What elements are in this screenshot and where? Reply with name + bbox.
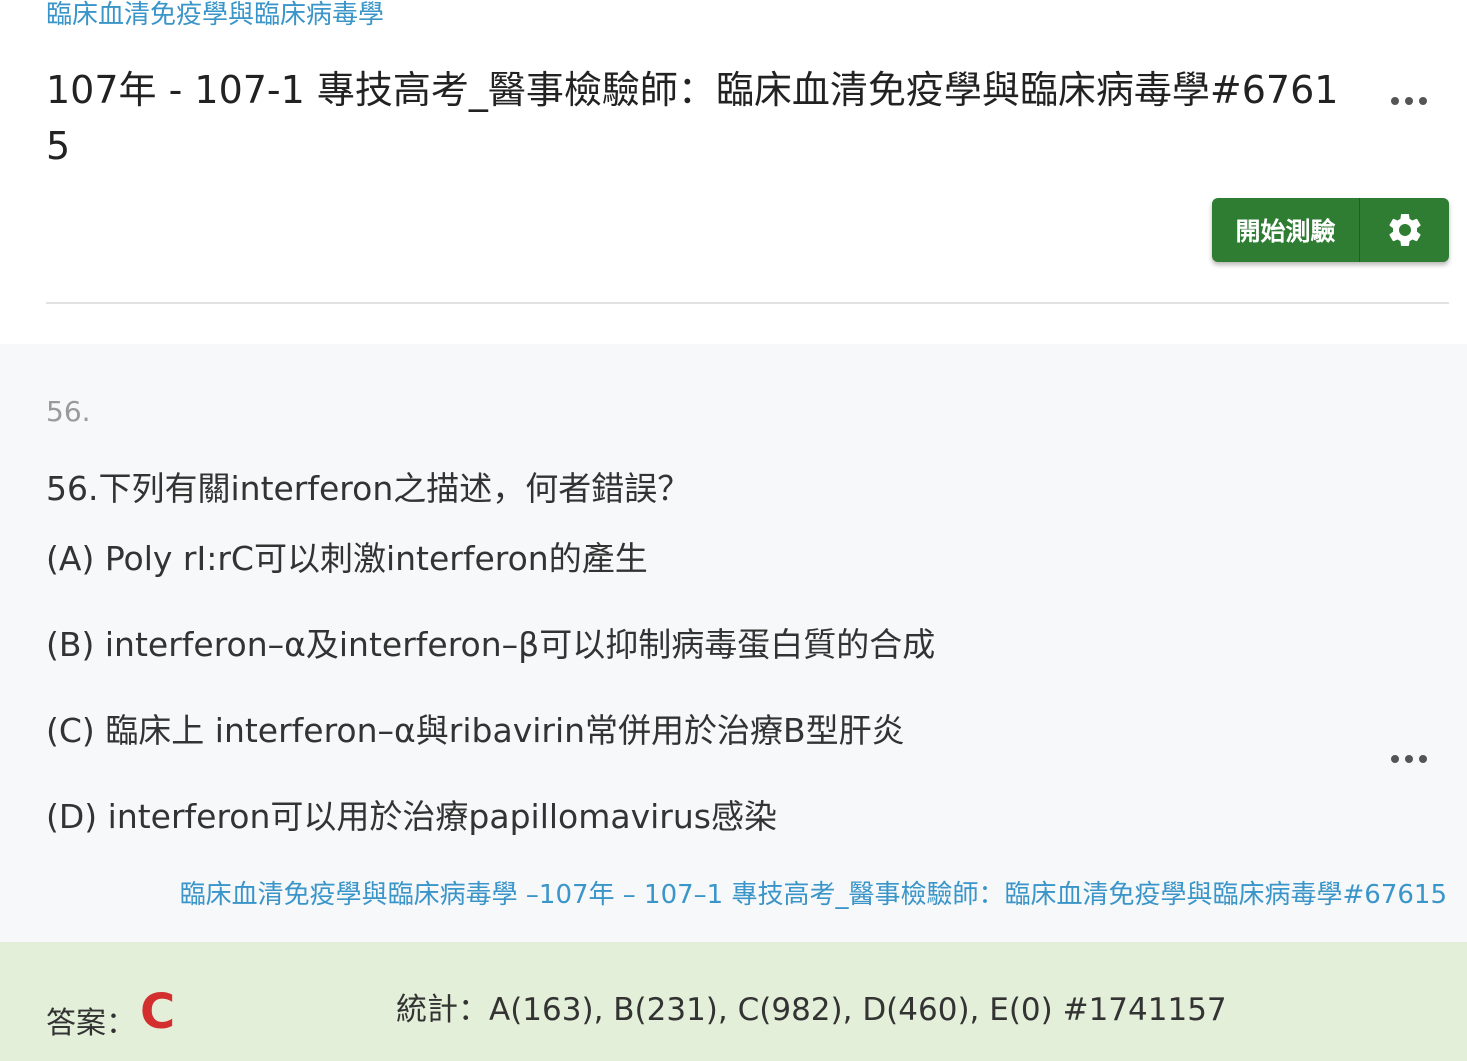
dot [1419,755,1427,763]
exam-title: 107年 - 107-1 專技高考_醫事檢驗師：臨床血清免疫學與臨床病毒學#67… [46,68,1339,168]
more-options-icon[interactable] [1391,95,1427,107]
answer-statistics: 統計：A(163), B(231), C(982), D(460), E(0) … [396,992,1227,1028]
question-source-link[interactable]: 臨床血清免疫學與臨床病毒學 –107年 – 107–1 專技高考_醫事檢驗師：臨… [180,874,1447,911]
option-d[interactable]: (D) interferon可以用於治療papillomavirus感染 [46,790,777,838]
exam-header: 臨床血清免疫學與臨床病毒學 107年 - 107-1 專技高考_醫事檢驗師：臨床… [0,0,1467,344]
subject-link[interactable]: 臨床血清免疫學與臨床病毒學 [46,0,384,31]
start-test-button[interactable]: 開始測驗 [1212,198,1360,262]
question-text: 56.下列有關interferon之描述，何者錯誤？ [46,469,691,508]
answer-label: 答案： [46,1006,136,1041]
gear-icon [1388,213,1421,246]
dot [1405,755,1413,763]
question-card: 56. 56.下列有關interferon之描述，何者錯誤？ (A) Poly … [0,344,1467,942]
divider [46,302,1449,304]
option-b[interactable]: (B) interferon–α及interferon–β可以抑制病毒蛋白質的合… [46,618,935,666]
dot [1391,97,1399,105]
start-test-button-group: 開始測驗 [1212,198,1449,262]
dot [1419,97,1427,105]
question-number: 56. [46,395,91,428]
settings-button[interactable] [1360,198,1449,262]
dot [1405,97,1413,105]
dot [1391,755,1399,763]
option-a[interactable]: (A) Poly rI:rC可以刺激interferon的產生 [46,532,648,580]
answer-value: C [140,984,176,1040]
question-more-options-icon[interactable] [1391,753,1427,765]
option-c[interactable]: (C) 臨床上 interferon–α與ribavirin常併用於治療B型肝炎 [46,704,905,752]
answer-bar: 答案： C 統計：A(163), B(231), C(982), D(460),… [0,942,1467,1061]
